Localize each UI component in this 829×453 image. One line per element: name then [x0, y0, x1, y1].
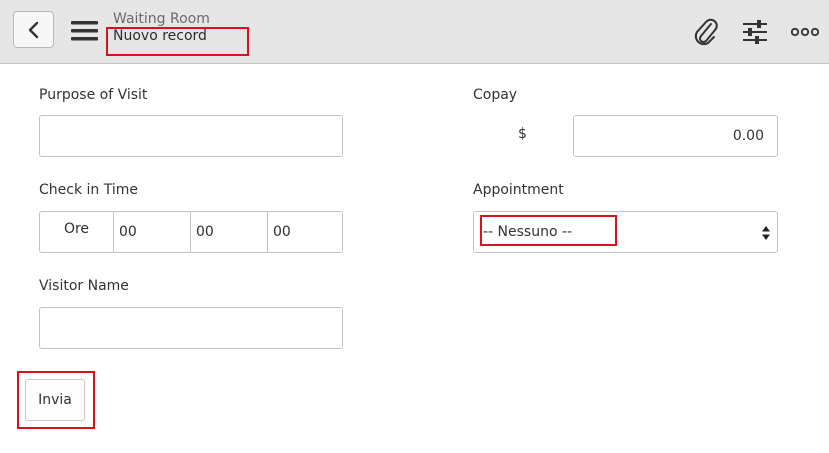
menu-button[interactable] [70, 20, 100, 42]
checkin-time-group: Ore 00 00 00 [39, 211, 343, 253]
visitor-label: Visitor Name [39, 278, 129, 294]
appointment-label: Appointment [473, 182, 564, 198]
more-icon [791, 27, 819, 37]
settings-button[interactable] [740, 17, 770, 47]
highlight-submit [17, 371, 95, 429]
attachment-button[interactable] [691, 17, 721, 47]
currency-symbol: $ [518, 126, 527, 142]
purpose-input[interactable] [39, 115, 343, 157]
more-button[interactable] [790, 17, 820, 47]
copay-label: Copay [473, 87, 518, 103]
sort-arrows-icon [762, 226, 770, 240]
purpose-label: Purpose of Visit [39, 87, 148, 103]
checkin-hours-input[interactable]: 00 [113, 212, 190, 252]
hamburger-icon [71, 21, 98, 41]
copay-input[interactable]: 0.00 [573, 115, 778, 157]
back-button[interactable] [13, 11, 54, 48]
app-title: Waiting Room [113, 11, 210, 27]
checkin-seconds-input[interactable]: 00 [267, 212, 342, 252]
highlight-record-title [106, 27, 249, 56]
visitor-name-input[interactable] [39, 307, 343, 349]
paperclip-icon [694, 18, 718, 46]
highlight-appointment [480, 215, 617, 246]
checkin-minutes-input[interactable]: 00 [190, 212, 267, 252]
sliders-icon [743, 20, 767, 44]
chevron-left-icon [28, 21, 38, 38]
checkin-label: Check in Time [39, 182, 138, 198]
checkin-prefix: Ore [63, 221, 90, 237]
